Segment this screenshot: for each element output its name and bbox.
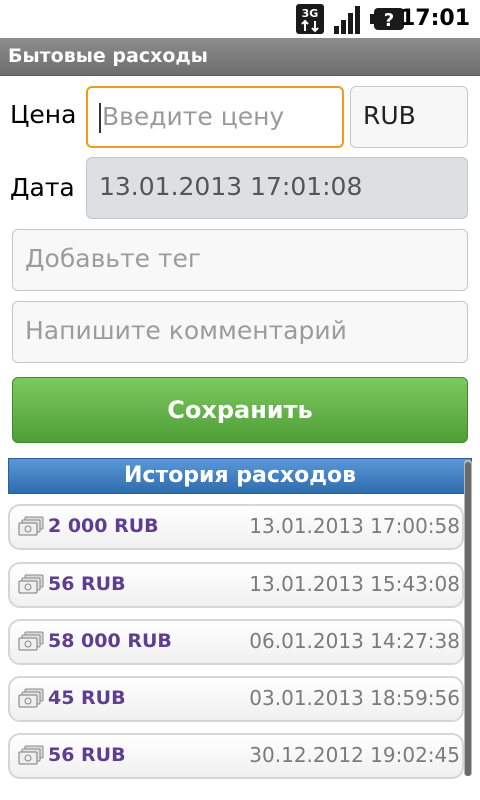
money-icon [18,688,44,708]
money-icon [18,745,44,765]
row-amount: 2 000 RUB [48,515,159,537]
history-row[interactable]: 2 000 RUB 13.01.2013 17:00:58 [8,504,464,550]
row-amount: 45 RUB [48,687,126,709]
tag-input[interactable]: Добавьте тег [12,229,468,291]
text-caret [99,103,101,133]
currency-select[interactable]: RUB [350,86,468,148]
app-title-bar: Бытовые расходы [0,38,480,76]
history-list[interactable]: 2 000 RUB 13.01.2013 17:00:58 56 RUB 13.… [0,494,480,800]
battery-label: ? [384,10,394,31]
price-label: Цена [10,100,77,129]
money-icon [18,516,44,536]
history-row[interactable]: 58 000 RUB 06.01.2013 14:27:38 [8,619,464,665]
save-button[interactable]: Сохранить [12,377,468,443]
history-scrollbar-thumb[interactable] [465,462,471,776]
date-value: 13.01.2013 17:01:08 [99,172,363,201]
date-label: Дата [10,173,75,202]
row-amount: 58 000 RUB [48,630,172,652]
app-title: Бытовые расходы [8,45,208,67]
history-row[interactable]: 56 RUB 30.12.2012 19:02:45 [8,733,464,779]
comment-input[interactable]: Напишите комментарий [12,301,468,363]
history-row[interactable]: 45 RUB 03.01.2013 18:59:56 [8,676,464,722]
status-time: 17:01 [399,6,470,31]
date-field[interactable]: 13.01.2013 17:01:08 [86,157,468,219]
history-header: История расходов [8,458,472,494]
comment-placeholder: Напишите комментарий [25,316,347,345]
tag-placeholder: Добавьте тег [25,244,202,273]
currency-value: RUB [363,101,416,130]
network-label: 3G [302,7,319,20]
row-date: 06.01.2013 14:27:38 [249,629,460,653]
status-bar: 3G ? 17:01 [0,0,480,38]
price-placeholder: Введите цену [102,102,285,131]
row-amount: 56 RUB [48,573,126,595]
row-date: 30.12.2012 19:02:45 [249,743,460,767]
signal-icon [334,6,360,34]
history-row[interactable]: 56 RUB 13.01.2013 15:43:08 [8,562,464,608]
price-input[interactable]: Введите цену [86,86,344,148]
row-date: 13.01.2013 17:00:58 [249,514,460,538]
row-date: 13.01.2013 15:43:08 [249,572,460,596]
money-icon [18,574,44,594]
row-date: 03.01.2013 18:59:56 [249,686,460,710]
row-amount: 56 RUB [48,744,126,766]
money-icon [18,631,44,651]
3g-data-icon: 3G [296,4,324,34]
